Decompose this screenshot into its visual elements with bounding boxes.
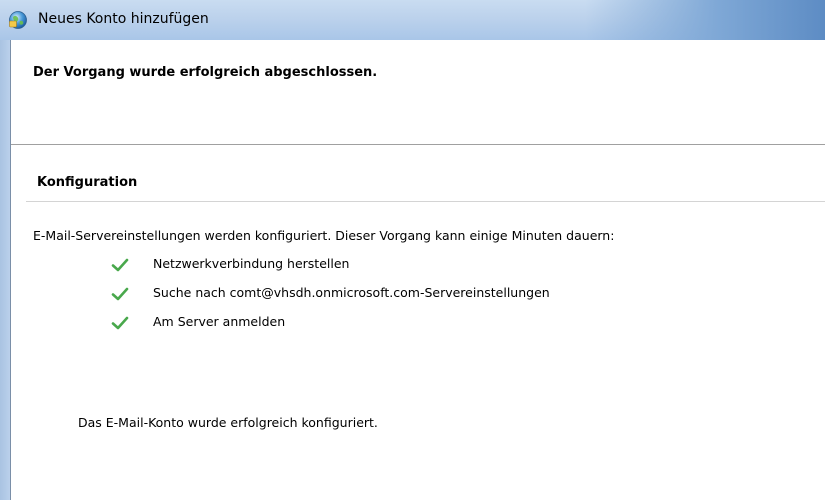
- step-label: Am Server anmelden: [153, 314, 286, 329]
- step-label: Suche nach comt@vhsdh.onmicrosoft.com-Se…: [153, 285, 550, 300]
- configuration-steps: Netzwerkverbindung herstellen Suche nach…: [111, 256, 550, 343]
- configuration-panel: Konfiguration E-Mail-Servereinstellungen…: [11, 145, 825, 500]
- window-title: Neues Konto hinzufügen: [38, 11, 209, 27]
- section-divider: [26, 201, 825, 202]
- title-bar[interactable]: Neues Konto hinzufügen: [0, 0, 825, 40]
- title-bar-gradient: [585, 0, 825, 40]
- completion-message: Der Vorgang wurde erfolgreich abgeschlos…: [33, 65, 378, 80]
- dialog-header: Der Vorgang wurde erfolgreich abgeschlos…: [11, 40, 825, 144]
- step-item: Am Server anmelden: [111, 314, 550, 343]
- result-message: Das E-Mail-Konto wurde erfolgreich konfi…: [78, 415, 378, 430]
- check-icon: [111, 258, 129, 272]
- check-icon: [111, 316, 129, 330]
- section-title: Konfiguration: [37, 175, 138, 190]
- step-item: Suche nach comt@vhsdh.onmicrosoft.com-Se…: [111, 285, 550, 314]
- step-label: Netzwerkverbindung herstellen: [153, 256, 350, 271]
- window-frame-left: [0, 40, 11, 500]
- check-icon: [111, 287, 129, 301]
- step-item: Netzwerkverbindung herstellen: [111, 256, 550, 285]
- configuration-description: E-Mail-Servereinstellungen werden konfig…: [33, 228, 615, 243]
- outlook-account-icon: [9, 11, 27, 29]
- add-account-dialog: Neues Konto hinzufügen Der Vorgang wurde…: [0, 0, 825, 500]
